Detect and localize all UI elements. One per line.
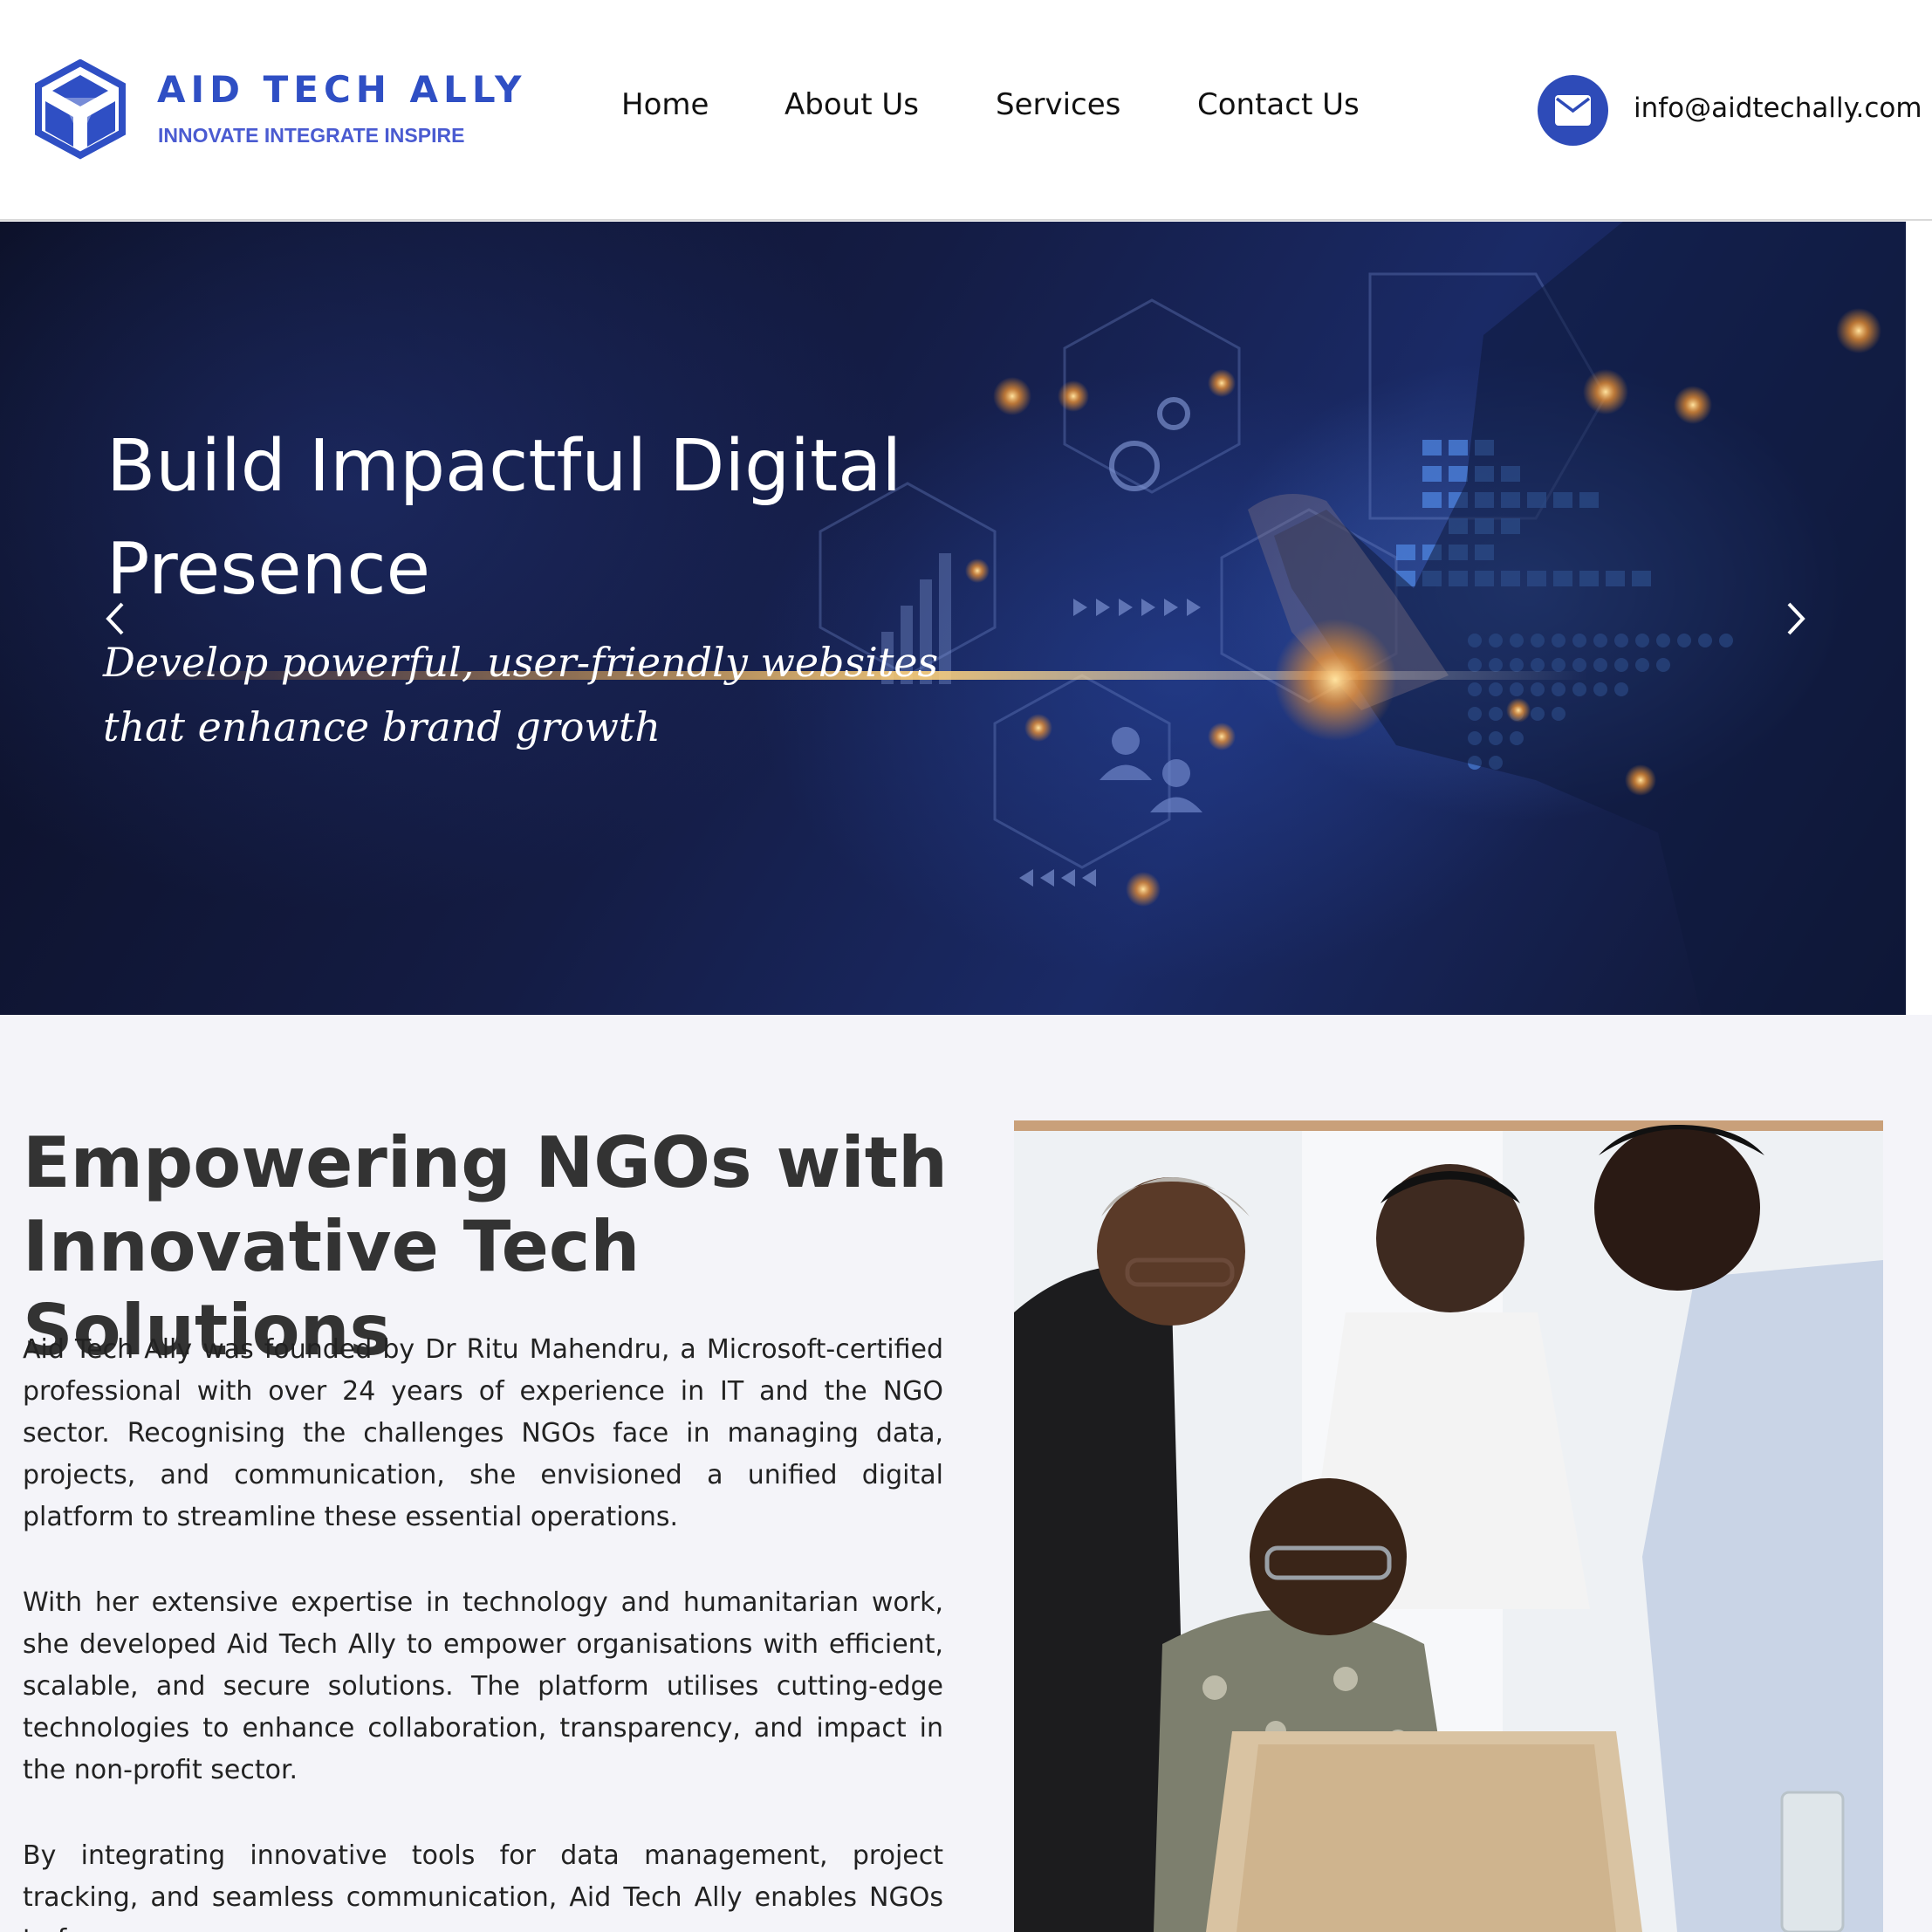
about-section: Empowering NGOs with Innovative Tech Sol… <box>0 1015 1932 1932</box>
nav-services[interactable]: Services <box>996 87 1120 122</box>
contact-email-link[interactable]: info@aidtechally.com <box>1634 92 1922 124</box>
nav-contact-us[interactable]: Contact Us <box>1197 87 1360 122</box>
brand-tagline: INNOVATE INTEGRATE INSPIRE <box>158 124 465 147</box>
hero-title: Build Impactful Digital Presence <box>106 425 902 611</box>
site-header: AID TECH ALLY INNOVATE INTEGRATE INSPIRE… <box>0 0 1932 221</box>
nav-home[interactable]: Home <box>621 87 709 122</box>
nav-about-us[interactable]: About Us <box>784 87 919 122</box>
hero-slider: Build Impactful Digital Presence Develop… <box>0 222 1906 1015</box>
mail-button[interactable] <box>1538 75 1608 146</box>
about-paragraph-1: Aid Tech Ally was founded by Dr Ritu Mah… <box>23 1334 943 1532</box>
chevron-left-icon[interactable] <box>98 597 133 641</box>
chevron-right-icon[interactable] <box>1778 597 1813 641</box>
aid-tech-ally-logo-icon[interactable] <box>26 59 135 160</box>
hero-subtitle: Develop powerful, user-friendly websites… <box>103 639 939 750</box>
brand-name: AID TECH ALLY <box>157 68 527 111</box>
about-paragraph-2: With her extensive expertise in technolo… <box>23 1587 943 1785</box>
team-photo <box>1014 1120 1883 1932</box>
about-paragraph-3: By integrating innovative tools for data… <box>23 1840 943 1932</box>
envelope-icon <box>1555 95 1591 126</box>
